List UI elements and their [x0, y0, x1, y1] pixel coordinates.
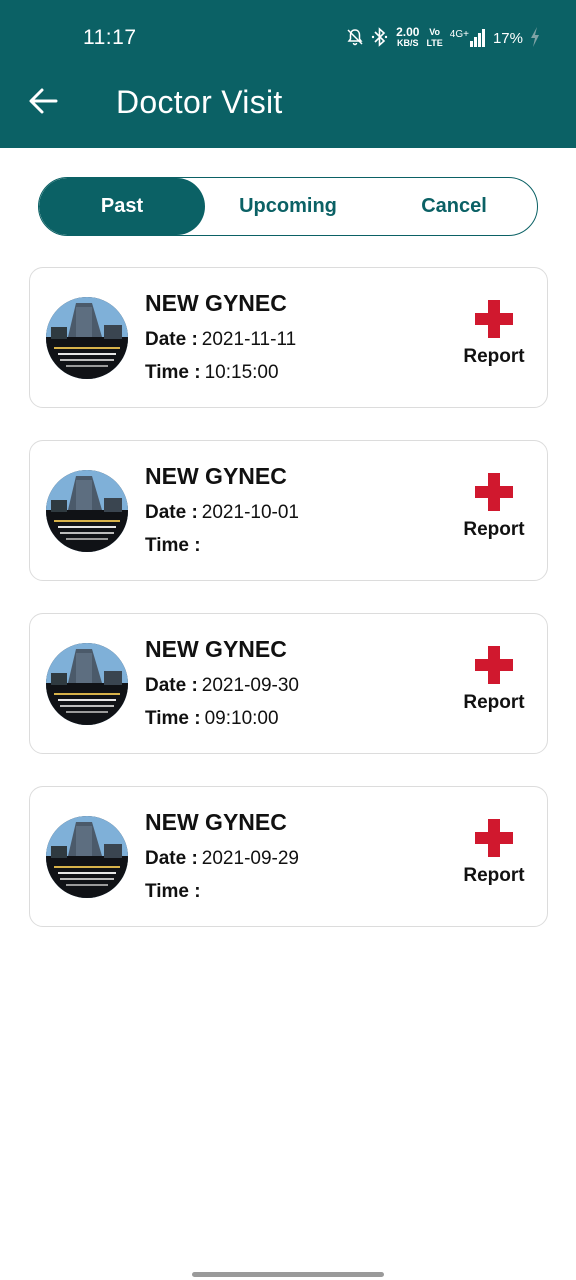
- status-time: 11:17: [83, 26, 137, 49]
- doctor-name: NEW GYNEC: [145, 463, 287, 489]
- page-title: Doctor Visit: [116, 84, 283, 120]
- report-label: Report: [463, 346, 525, 367]
- report-label: Report: [463, 519, 525, 540]
- battery-level: 17%: [492, 29, 523, 47]
- network-speed-value: 2.00: [396, 25, 420, 39]
- visit-time-row: Time :: [145, 881, 205, 903]
- arrow-left-icon: [28, 87, 58, 120]
- visit-card[interactable]: NEW GYNEC Date :2021-09-30 Time :09:10:0…: [29, 613, 548, 754]
- visit-date: 2021-10-01: [201, 502, 299, 523]
- visit-list: NEW GYNEC Date :2021-11-11 Time :10:15:0…: [29, 267, 548, 959]
- time-label: Time :: [145, 708, 201, 729]
- visit-date-row: Date :2021-09-29: [145, 848, 299, 870]
- date-label: Date :: [145, 848, 198, 869]
- back-button[interactable]: [26, 86, 60, 120]
- tab-cancel[interactable]: Cancel: [371, 178, 537, 235]
- medical-cross-icon: [475, 473, 513, 511]
- volte-top: Vo: [429, 27, 441, 37]
- date-label: Date :: [145, 329, 198, 350]
- visit-date-row: Date :2021-10-01: [145, 502, 299, 524]
- tab-past[interactable]: Past: [39, 178, 205, 235]
- app-screen: 11:17 2.00 KB/S Vo LTE 4G+ 17% Doctor Vi…: [0, 0, 576, 1280]
- doctor-avatar: [46, 470, 128, 552]
- visit-time-row: Time :09:10:00: [145, 708, 279, 730]
- volte-bottom: LTE: [426, 38, 443, 48]
- bell-off-icon: [346, 28, 364, 49]
- report-label: Report: [463, 692, 525, 713]
- visit-card[interactable]: NEW GYNEC Date :2021-11-11 Time :10:15:0…: [29, 267, 548, 408]
- medical-cross-icon: [475, 646, 513, 684]
- visit-card[interactable]: NEW GYNEC Date :2021-10-01 Time : Report: [29, 440, 548, 581]
- report-button[interactable]: Report: [461, 300, 527, 372]
- bluetooth-icon: [371, 26, 389, 50]
- doctor-avatar: [46, 643, 128, 725]
- visit-date: 2021-11-11: [201, 329, 297, 350]
- visit-date: 2021-09-30: [201, 675, 299, 696]
- report-label: Report: [463, 865, 525, 886]
- report-button[interactable]: Report: [461, 473, 527, 545]
- volte-indicator: Vo LTE: [426, 27, 442, 49]
- time-label: Time :: [145, 362, 201, 383]
- visit-tabs: Past Upcoming Cancel: [38, 177, 538, 236]
- visit-card[interactable]: NEW GYNEC Date :2021-09-29 Time : Report: [29, 786, 548, 927]
- signal-label: 4G+: [449, 29, 469, 40]
- charging-icon: [530, 26, 540, 50]
- app-header: 11:17 2.00 KB/S Vo LTE 4G+ 17% Doctor Vi…: [0, 0, 576, 148]
- medical-cross-icon: [475, 300, 513, 338]
- time-label: Time :: [145, 535, 201, 556]
- doctor-name: NEW GYNEC: [145, 290, 287, 316]
- visit-date-row: Date :2021-09-30: [145, 675, 299, 697]
- doctor-avatar: [46, 816, 128, 898]
- report-button[interactable]: Report: [461, 646, 527, 718]
- date-label: Date :: [145, 502, 198, 523]
- status-bar: 11:17 2.00 KB/S Vo LTE 4G+ 17%: [0, 0, 576, 70]
- doctor-name: NEW GYNEC: [145, 636, 287, 662]
- network-speed: 2.00 KB/S: [396, 25, 420, 49]
- report-button[interactable]: Report: [461, 819, 527, 891]
- medical-cross-icon: [475, 819, 513, 857]
- visit-time: 09:10:00: [204, 708, 279, 729]
- visit-time-row: Time :: [145, 535, 205, 557]
- visit-date-row: Date :2021-11-11: [145, 329, 296, 351]
- signal-icon: 4G+: [450, 29, 486, 47]
- network-speed-unit: KB/S: [397, 38, 419, 48]
- doctor-avatar: [46, 297, 128, 379]
- date-label: Date :: [145, 675, 198, 696]
- home-indicator[interactable]: [192, 1272, 384, 1277]
- visit-date: 2021-09-29: [201, 848, 299, 869]
- time-label: Time :: [145, 881, 201, 902]
- doctor-name: NEW GYNEC: [145, 809, 287, 835]
- visit-time-row: Time :10:15:00: [145, 362, 279, 384]
- status-icons: 2.00 KB/S Vo LTE 4G+ 17%: [346, 26, 540, 50]
- tab-upcoming[interactable]: Upcoming: [205, 178, 371, 235]
- visit-time: 10:15:00: [204, 362, 279, 383]
